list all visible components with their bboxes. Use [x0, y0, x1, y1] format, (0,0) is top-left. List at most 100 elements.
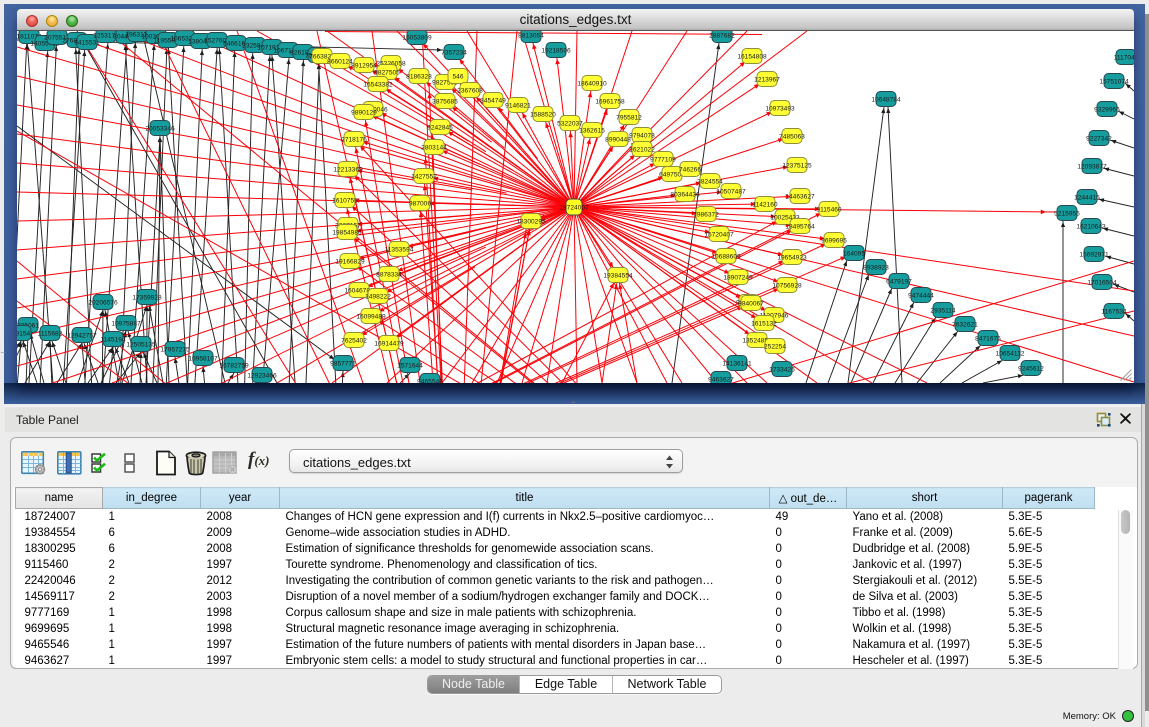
svg-text:1145194: 1145194: [100, 336, 126, 343]
svg-text:1610755: 1610755: [332, 197, 358, 204]
svg-text:17957275: 17957275: [160, 346, 190, 353]
svg-text:7632621: 7632621: [952, 321, 978, 328]
svg-text:9699695: 9699695: [821, 237, 847, 244]
svg-text:1244415: 1244415: [1074, 194, 1100, 201]
svg-text:1621022: 1621022: [629, 146, 655, 153]
svg-text:5215955: 5215955: [1054, 210, 1080, 217]
svg-text:1115682: 1115682: [38, 330, 63, 337]
svg-text:10975887: 10975887: [111, 320, 141, 327]
svg-text:9227342: 9227342: [1086, 135, 1112, 142]
svg-text:1142160: 1142160: [752, 201, 778, 208]
svg-text:8938923: 8938923: [863, 264, 889, 271]
svg-text:2803144: 2803144: [421, 144, 447, 151]
svg-text:252254: 252254: [764, 343, 786, 350]
svg-text:3875685: 3875685: [432, 98, 458, 105]
svg-text:20206576: 20206576: [88, 299, 118, 306]
svg-text:8471676: 8471676: [975, 335, 1001, 342]
svg-text:10654112: 10654112: [996, 350, 1025, 357]
svg-text:19166829: 19166829: [335, 258, 365, 265]
svg-text:14136141: 14136141: [722, 360, 752, 367]
svg-text:18640910: 18640910: [577, 80, 607, 87]
svg-text:1213967: 1213967: [754, 76, 780, 83]
svg-text:2367608: 2367608: [457, 87, 483, 94]
svg-text:8878334: 8878334: [376, 271, 402, 278]
svg-text:16053809: 16053809: [402, 34, 432, 41]
svg-text:10648784: 10648784: [871, 96, 901, 103]
svg-text:9329966: 9329966: [1094, 106, 1120, 113]
svg-text:9465546: 9465546: [417, 378, 443, 383]
svg-text:11353594: 11353594: [385, 246, 414, 253]
svg-text:1362615: 1362615: [579, 127, 605, 134]
svg-text:20053346: 20053346: [145, 125, 175, 132]
svg-text:9474444: 9474444: [908, 292, 934, 299]
svg-text:5322037: 5322037: [557, 120, 583, 127]
svg-text:16543382: 16543382: [363, 81, 393, 88]
svg-text:12093877: 12093877: [1077, 163, 1107, 170]
svg-text:2935114: 2935114: [930, 307, 956, 314]
svg-text:19384554: 19384554: [603, 272, 633, 279]
svg-text:10688609: 10688609: [711, 253, 741, 260]
svg-text:8660124: 8660124: [327, 58, 353, 65]
svg-text:15751074: 15751074: [1099, 78, 1129, 85]
svg-text:9146821: 9146821: [505, 102, 531, 109]
svg-text:164095: 164095: [843, 250, 865, 257]
svg-text:16154808: 16154808: [737, 53, 767, 60]
svg-text:8813054: 8813054: [518, 32, 544, 39]
svg-text:9794078: 9794078: [629, 132, 655, 139]
svg-text:2718176: 2718176: [341, 136, 367, 143]
svg-text:10973493: 10973493: [765, 105, 795, 112]
svg-text:9463627: 9463627: [708, 376, 734, 383]
svg-text:8186328: 8186328: [406, 73, 432, 80]
svg-text:9890129: 9890129: [351, 109, 377, 116]
svg-text:7955812: 7955812: [616, 114, 642, 121]
svg-text:7625402: 7625402: [341, 337, 367, 344]
svg-text:1733426: 1733426: [769, 366, 795, 373]
svg-text:17016504: 17016504: [1087, 279, 1117, 286]
svg-text:1427552: 1427552: [411, 173, 437, 180]
svg-text:1615132: 1615132: [751, 320, 777, 327]
svg-text:9242845: 9242845: [427, 124, 453, 131]
svg-text:1167534: 1167534: [1101, 308, 1127, 315]
svg-text:1117045: 1117045: [1114, 54, 1134, 61]
svg-text:39154: 39154: [17, 330, 30, 337]
svg-text:16099489: 16099489: [356, 313, 386, 320]
svg-text:9857771: 9857771: [330, 360, 356, 367]
svg-text:546: 546: [452, 73, 463, 80]
svg-text:14463627: 14463627: [785, 193, 815, 200]
svg-text:15720407: 15720407: [704, 231, 734, 238]
svg-text:16961758: 16961758: [595, 98, 625, 105]
svg-text:20364436: 20364436: [670, 191, 700, 198]
svg-text:9840067: 9840067: [738, 300, 764, 307]
svg-text:8990448: 8990448: [605, 136, 631, 143]
svg-text:1571644: 1571644: [397, 362, 423, 369]
svg-text:12213369: 12213369: [333, 166, 363, 173]
svg-text:18724007: 18724007: [559, 204, 589, 211]
svg-text:12942757: 12942757: [67, 332, 97, 339]
svg-text:6479197: 6479197: [886, 278, 912, 285]
svg-text:15692971: 15692971: [1079, 251, 1109, 258]
svg-text:12375125: 12375125: [782, 162, 812, 169]
svg-text:16914479: 16914479: [374, 340, 404, 347]
svg-text:10507487: 10507487: [716, 188, 746, 195]
svg-text:1498222: 1498222: [365, 293, 391, 300]
svg-text:18907249: 18907249: [723, 274, 753, 281]
svg-text:9777109: 9777109: [650, 156, 676, 163]
svg-text:12505135: 12505135: [126, 341, 156, 348]
svg-text:16782759: 16782759: [219, 362, 249, 369]
svg-text:3824554: 3824554: [697, 178, 723, 185]
svg-text:19654923: 19654923: [777, 254, 807, 261]
svg-text:1588520: 1588520: [530, 111, 556, 118]
svg-text:7357234: 7357234: [441, 49, 467, 56]
svg-text:2887682: 2887682: [709, 32, 735, 39]
svg-text:19854986: 19854986: [332, 229, 362, 236]
svg-text:12923466: 12923466: [247, 372, 277, 379]
svg-text:18300295: 18300295: [516, 218, 546, 225]
svg-text:16210643: 16210643: [1076, 223, 1106, 230]
svg-text:8912954: 8912954: [351, 62, 377, 69]
svg-text:746266: 746266: [679, 166, 701, 173]
svg-text:10958107: 10958107: [188, 355, 218, 362]
svg-text:987006: 987006: [409, 200, 431, 207]
svg-text:9115460: 9115460: [816, 206, 842, 213]
svg-text:10756928: 10756928: [772, 282, 802, 289]
svg-text:9827505: 9827505: [374, 69, 400, 76]
